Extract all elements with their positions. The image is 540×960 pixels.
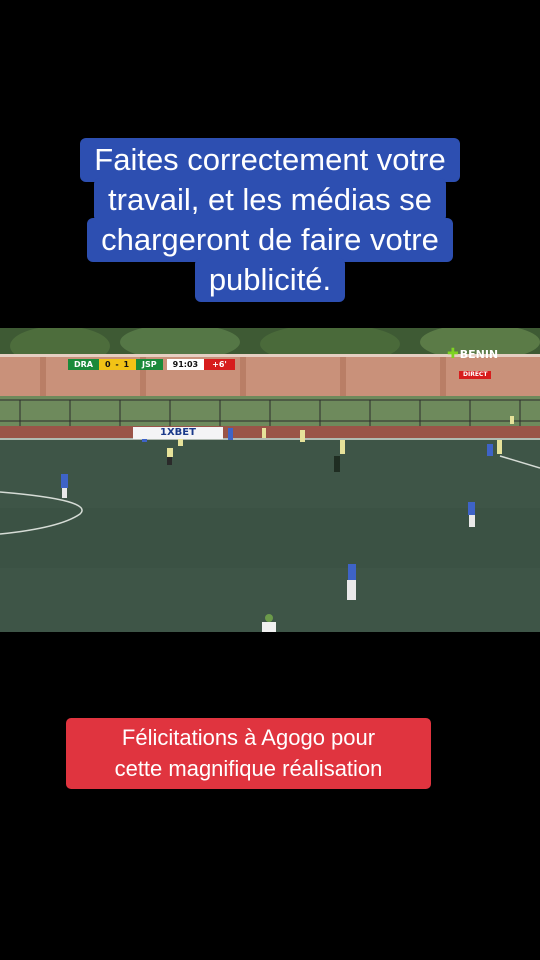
top-caption-line: travail, et les médias se: [94, 178, 446, 222]
scoreboard: DRA 0 - 1 JSP 91:03 +6': [68, 359, 235, 370]
away-team-label: JSP: [136, 359, 163, 370]
channel-logo: ✚ BENIN DIRECT: [447, 346, 499, 380]
score-label: 0 - 1: [99, 359, 137, 370]
bottom-caption-line: cette magnifique réalisation: [114, 756, 383, 781]
channel-name: BENIN: [459, 348, 499, 361]
plus-cross-icon: ✚: [447, 346, 459, 362]
sponsor-board: 1XBET: [133, 427, 223, 439]
match-clock: 91:03: [166, 359, 205, 370]
bottom-caption: Félicitations à Agogo pour cette magnifi…: [66, 718, 431, 789]
added-time-label: +6': [204, 359, 235, 370]
video-frame[interactable]: DRA 0 - 1 JSP 91:03 +6' ✚ BENIN DIRECT 1…: [0, 328, 540, 632]
top-caption-line: publicité.: [194, 258, 346, 302]
bottom-caption-line: Félicitations à Agogo pour: [121, 725, 376, 750]
top-caption-line: Faites correctement votre: [80, 138, 460, 182]
channel-tag: DIRECT: [459, 371, 492, 379]
home-team-label: DRA: [68, 359, 99, 370]
top-caption: Faites correctement votre travail, et le…: [0, 138, 540, 302]
top-caption-line: chargeront de faire votre: [87, 218, 453, 262]
